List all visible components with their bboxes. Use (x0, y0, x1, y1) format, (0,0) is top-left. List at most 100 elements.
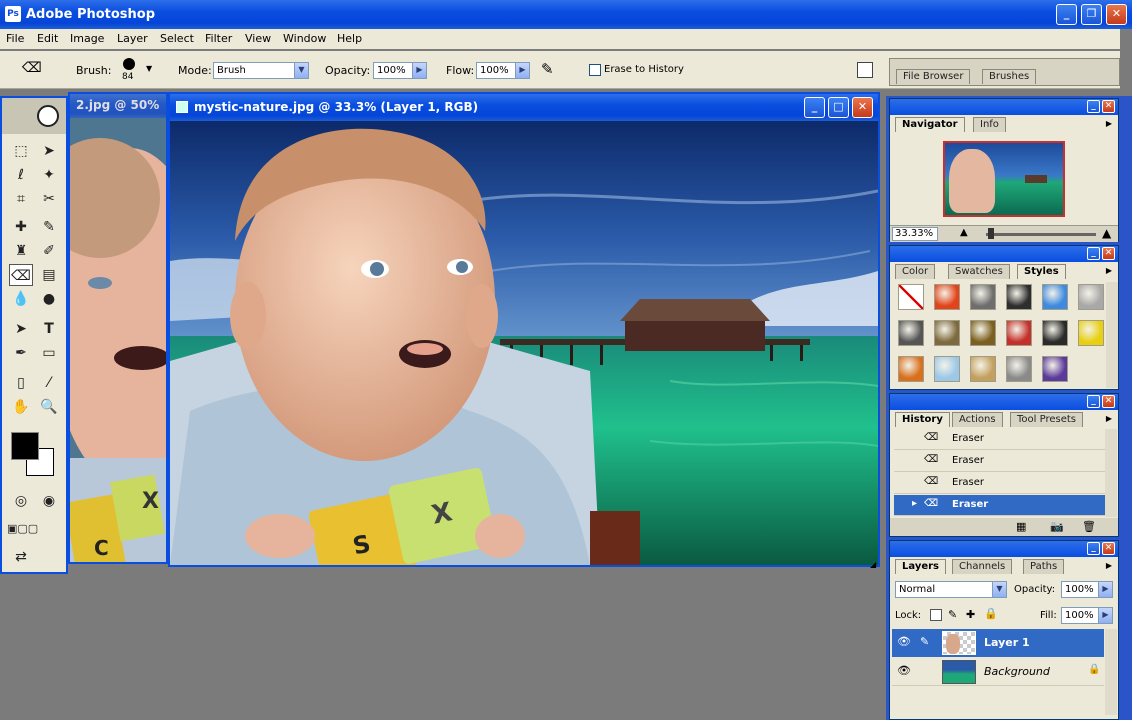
panel-menu-icon[interactable]: ▶ (1106, 119, 1112, 128)
gradient-tool-icon[interactable]: ▤ (37, 264, 61, 286)
screen-mode-icon[interactable]: ▣▢▢ (7, 518, 38, 540)
standard-mode-icon[interactable]: ◎ (9, 490, 33, 512)
resize-grip-icon[interactable]: ◢ (870, 560, 880, 569)
doc-close-button[interactable]: ✕ (852, 97, 873, 118)
zoom-out-icon[interactable]: ▲ (960, 227, 968, 238)
style-swatch[interactable] (934, 284, 960, 310)
styles-scrollbar[interactable] (1106, 282, 1118, 388)
minimize-button[interactable]: _ (1056, 4, 1077, 25)
clone-stamp-icon[interactable]: ♜ (9, 240, 33, 262)
chevron-right-icon[interactable]: ▶ (1098, 608, 1112, 623)
shape-tool-icon[interactable]: ▭ (37, 342, 61, 364)
fill-field[interactable]: 100% ▶ (1061, 607, 1113, 624)
new-document-from-state-icon[interactable]: ▦ (1016, 520, 1026, 533)
tab-channels[interactable]: Channels (952, 559, 1013, 574)
style-swatch[interactable] (898, 320, 924, 346)
eraser-tool-icon[interactable]: ⌫ (9, 264, 33, 286)
panel-minimize-button[interactable]: _ (1087, 100, 1100, 113)
menu-file[interactable]: File (6, 32, 24, 45)
healing-brush-icon[interactable]: ✚ (9, 216, 33, 238)
dodge-tool-icon[interactable]: ● (37, 288, 61, 310)
panel-close-button[interactable]: ✕ (1102, 247, 1115, 260)
menu-filter[interactable]: Filter (205, 32, 232, 45)
eye-icon[interactable]: 👁 (897, 664, 911, 677)
active-document-window[interactable]: mystic-nature.jpg @ 33.3% (Layer 1, RGB)… (168, 92, 880, 569)
foreground-color-swatch[interactable] (11, 432, 39, 460)
menu-window[interactable]: Window (283, 32, 326, 45)
history-item-selected[interactable]: ▸ ⌫ Eraser (894, 495, 1107, 516)
hand-tool-icon[interactable]: ✋ (9, 396, 33, 418)
menu-select[interactable]: Select (160, 32, 194, 45)
type-tool-icon[interactable]: T (37, 318, 61, 340)
navigator-zoom-field[interactable]: 33.33% (892, 227, 938, 241)
style-swatch[interactable] (1042, 284, 1068, 310)
zoom-in-icon[interactable]: ▲ (1102, 226, 1111, 240)
menu-layer[interactable]: Layer (117, 32, 148, 45)
history-panel-header[interactable]: _ ✕ (890, 394, 1118, 410)
style-swatch[interactable] (934, 320, 960, 346)
eraser-tool-preset-icon[interactable]: ⌫ (22, 60, 46, 80)
layer-row[interactable]: 👁 Background 🔒 (892, 658, 1104, 686)
panel-close-button[interactable]: ✕ (1102, 395, 1115, 408)
history-item[interactable]: ⌫ Eraser (894, 429, 1107, 450)
lasso-tool-icon[interactable]: ℓ (9, 164, 33, 186)
lock-all-icon[interactable]: 🔒 (984, 607, 998, 620)
style-swatch[interactable] (1078, 284, 1104, 310)
panel-menu-icon[interactable]: ▶ (1106, 561, 1112, 570)
marquee-tool-icon[interactable]: ⬚ (9, 140, 33, 162)
tab-file-browser[interactable]: File Browser (896, 69, 971, 84)
close-button[interactable]: ✕ (1106, 4, 1127, 25)
style-swatch[interactable] (1042, 320, 1068, 346)
style-swatch[interactable] (1078, 320, 1104, 346)
tab-layers[interactable]: Layers (895, 559, 946, 574)
tab-paths[interactable]: Paths (1023, 559, 1065, 574)
style-swatch[interactable] (1006, 284, 1032, 310)
eyedropper-tool-icon[interactable]: ⁄ (37, 372, 61, 394)
tab-navigator[interactable]: Navigator (895, 117, 965, 132)
no-style-swatch[interactable] (898, 284, 924, 310)
panel-menu-icon[interactable]: ▶ (1106, 414, 1112, 423)
notes-tool-icon[interactable]: ▯ (9, 372, 33, 394)
chevron-right-icon[interactable]: ▶ (1098, 582, 1112, 597)
navigator-panel-header[interactable]: _ ✕ (890, 99, 1118, 115)
doc-maximize-button[interactable]: □ (828, 97, 849, 118)
layers-scrollbar[interactable] (1105, 629, 1117, 715)
chevron-down-icon[interactable]: ▼ (992, 582, 1006, 597)
menu-help[interactable]: Help (337, 32, 362, 45)
lock-paint-icon[interactable]: ✎ (948, 608, 957, 621)
doc-minimize-button[interactable]: _ (804, 97, 825, 118)
active-document-titlebar[interactable]: mystic-nature.jpg @ 33.3% (Layer 1, RGB)… (170, 94, 878, 121)
panel-minimize-button[interactable]: _ (1087, 542, 1100, 555)
lock-move-icon[interactable]: ✚ (966, 608, 975, 621)
background-document-window[interactable]: 2.jpg @ 50% X C (68, 92, 168, 564)
tab-actions[interactable]: Actions (952, 412, 1003, 427)
chevron-down-icon[interactable]: ▼ (294, 63, 308, 78)
background-document-titlebar[interactable]: 2.jpg @ 50% (70, 94, 166, 118)
eye-icon[interactable]: 👁 (897, 635, 911, 648)
history-item[interactable]: ⌫ Eraser (894, 451, 1107, 472)
menu-view[interactable]: View (245, 32, 271, 45)
move-tool-icon[interactable]: ➤ (37, 140, 61, 162)
zoom-tool-icon[interactable]: 🔍 (37, 396, 61, 418)
panel-minimize-button[interactable]: _ (1087, 247, 1100, 260)
tab-tool-presets[interactable]: Tool Presets (1010, 412, 1083, 427)
magic-wand-tool-icon[interactable]: ✦ (37, 164, 61, 186)
quick-mask-icon[interactable]: ◉ (37, 490, 61, 512)
tab-swatches[interactable]: Swatches (948, 264, 1010, 279)
restore-button[interactable]: ❐ (1081, 4, 1102, 25)
lock-transparency-checkbox[interactable] (930, 609, 942, 621)
panel-minimize-button[interactable]: _ (1087, 395, 1100, 408)
mode-select[interactable]: Brush ▼ (213, 62, 309, 79)
new-snapshot-icon[interactable]: 📷 (1050, 520, 1064, 533)
opacity-field[interactable]: 100% ▶ (373, 62, 427, 79)
tab-info[interactable]: Info (973, 117, 1006, 132)
zoom-slider[interactable] (986, 233, 1096, 236)
brush-tool-icon[interactable]: ✎ (37, 216, 61, 238)
style-swatch[interactable] (970, 284, 996, 310)
layer-row-selected[interactable]: 👁 ✎ Layer 1 (892, 629, 1104, 657)
style-swatch[interactable] (970, 320, 996, 346)
chevron-right-icon[interactable]: ▶ (412, 63, 426, 78)
style-swatch[interactable] (934, 356, 960, 382)
trash-icon[interactable]: 🗑 (1082, 520, 1096, 533)
style-swatch[interactable] (898, 356, 924, 382)
